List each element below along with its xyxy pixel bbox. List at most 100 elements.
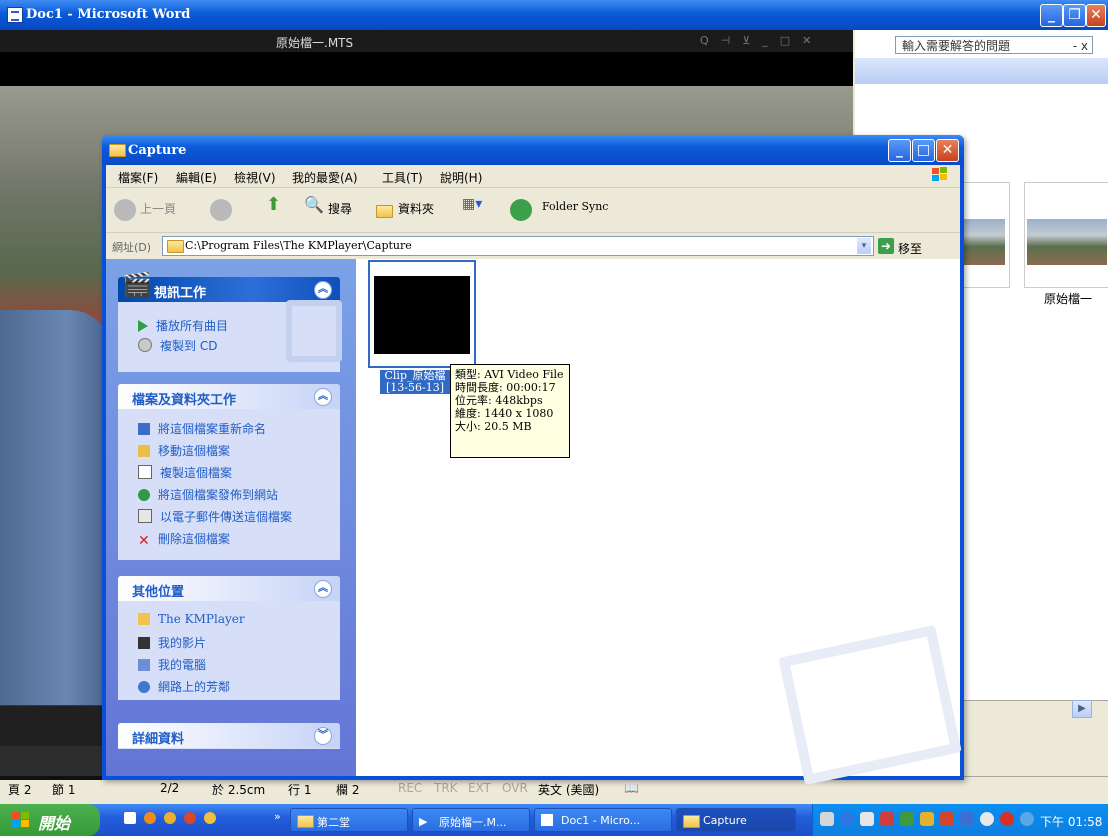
file-label[interactable]: Clip_原始檔 [13-56-13] [380, 370, 450, 394]
network-label: 網路上的芳鄰 [158, 680, 231, 694]
chevron-down-icon[interactable]: ︾ [314, 727, 332, 745]
task-capture[interactable]: Capture [676, 808, 796, 832]
views-icon[interactable]: ▦▾ [462, 196, 482, 212]
menu-tools[interactable]: 工具(T) [382, 169, 423, 186]
start-button[interactable]: 開始 [0, 804, 100, 836]
move-item[interactable]: 移動這個檔案 [138, 442, 230, 459]
folder-icon [297, 815, 314, 828]
scroll-right-icon[interactable]: ▶ [1072, 700, 1092, 718]
go-button[interactable]: 移至 [898, 240, 922, 257]
up-folder-icon[interactable]: ⬆ [266, 194, 281, 215]
word-close-button[interactable]: ✕ [1086, 4, 1106, 27]
file-thumbnail[interactable] [368, 260, 476, 368]
menu-view[interactable]: 檢視(V) [234, 169, 276, 186]
task-label: Doc1 - Micro... [561, 814, 641, 827]
word-title-bar[interactable]: Doc1 - Microsoft Word _ ❐ ✕ [0, 0, 1108, 30]
kmplayer-title: 原始檔一.MTS [276, 36, 354, 50]
tray-chevron-icon[interactable] [840, 812, 854, 826]
quicklaunch-desktop-icon[interactable] [124, 812, 136, 824]
capture-close-button[interactable]: ✕ [936, 139, 959, 162]
tray-keyboard-icon[interactable] [820, 812, 834, 826]
search-icon[interactable]: 🔍 [304, 195, 324, 214]
folder-sync-button[interactable]: Folder Sync [542, 200, 608, 213]
capture-title-bar[interactable]: Capture _ □ ✕ [102, 135, 964, 165]
video-person [0, 310, 110, 705]
tray-app5-icon[interactable] [980, 812, 994, 826]
tray-app3-icon[interactable] [940, 812, 954, 826]
email-item[interactable]: 以電子郵件傳送這個檔案 [138, 508, 292, 525]
copy-icon [138, 465, 152, 479]
task-second-class[interactable]: 第二堂 [290, 808, 408, 832]
folders-icon[interactable] [376, 205, 393, 218]
word-help-input[interactable]: 輸入需要解答的問題 - x [895, 36, 1093, 54]
word-help-close[interactable]: - x [1073, 37, 1088, 55]
other-places-panel: 其他位置 ︽ The KMPlayer 我的影片 我的電腦 網路上的芳鄰 [118, 576, 340, 700]
chevron-up-icon[interactable]: ︽ [314, 580, 332, 598]
kmplayer-icon: ▶ [419, 815, 428, 828]
tooltip-type: 類型: AVI Video File [455, 368, 564, 381]
tray-app2-icon[interactable] [900, 812, 914, 826]
status-rec[interactable]: REC [398, 781, 422, 795]
video-tasks-title: 視訊工作 [154, 286, 207, 301]
capture-minimize-button[interactable]: _ [888, 139, 911, 162]
menu-help[interactable]: 說明(H) [440, 169, 482, 186]
menu-edit[interactable]: 編輯(E) [176, 169, 217, 186]
play-all-item[interactable]: 播放所有曲目 [138, 317, 228, 334]
other-places-header[interactable]: 其他位置 ︽ [118, 576, 340, 601]
search-button[interactable]: 搜尋 [328, 200, 352, 217]
publish-item[interactable]: 將這個檔案發佈到網站 [138, 486, 278, 503]
folder-sync-icon[interactable] [510, 199, 532, 221]
status-page: 頁 2 [8, 783, 32, 797]
tray-app-icon[interactable] [880, 812, 894, 826]
folders-button[interactable]: 資料夾 [398, 200, 434, 217]
delete-item[interactable]: ✕ 刪除這個檔案 [138, 530, 230, 548]
quicklaunch-firefox-icon[interactable] [144, 812, 156, 824]
back-button[interactable]: 上一頁 [140, 200, 176, 217]
word-restore-button[interactable]: ❐ [1063, 4, 1086, 27]
file-tasks-header[interactable]: 檔案及資料夾工作 ︽ [118, 384, 340, 409]
tray-app6-icon[interactable] [1000, 812, 1014, 826]
network-item[interactable]: 網路上的芳鄰 [138, 678, 230, 695]
tray-shield-icon[interactable] [920, 812, 934, 826]
word-thumbnail-2[interactable] [1024, 182, 1108, 288]
address-dropdown-icon[interactable]: ▾ [857, 238, 871, 254]
status-ovr[interactable]: OVR [502, 781, 528, 795]
chevron-up-icon[interactable]: ︽ [314, 281, 332, 299]
forward-arrow-icon[interactable] [210, 199, 232, 221]
menu-favorites[interactable]: 我的最愛(A) [292, 169, 358, 186]
copy-label: 複製這個檔案 [160, 466, 233, 480]
kmplayer-window-controls[interactable]: Q⊣⊻_□✕ [700, 34, 823, 47]
computer-icon [138, 659, 150, 671]
quicklaunch-chrome-icon[interactable] [164, 812, 176, 824]
publish-label: 將這個檔案發佈到網站 [158, 488, 279, 502]
task-word[interactable]: Doc1 - Micro... [534, 808, 672, 832]
chevron-up-icon[interactable]: ︽ [314, 388, 332, 406]
tooltip-size: 大小: 20.5 MB [455, 420, 532, 433]
task-kmplayer[interactable]: ▶ 原始檔一.M... [412, 808, 530, 832]
network-icon [138, 681, 150, 693]
capture-maximize-button[interactable]: □ [912, 139, 935, 162]
go-arrow-icon[interactable]: ➜ [878, 238, 894, 254]
spelling-book-icon[interactable]: 📖 [624, 781, 639, 795]
address-input[interactable]: C:\Program Files\The KMPlayer\Capture ▾ [162, 236, 874, 256]
word-minimize-button[interactable]: _ [1040, 4, 1063, 27]
status-trk[interactable]: TRK [434, 781, 458, 795]
details-header[interactable]: 詳細資料 ︾ [118, 723, 340, 748]
copy-to-cd-item[interactable]: 複製到 CD [138, 337, 217, 354]
tray-lv-icon[interactable] [860, 812, 874, 826]
rename-item[interactable]: 將這個檔案重新命名 [138, 420, 266, 437]
back-arrow-icon[interactable] [114, 199, 136, 221]
my-videos-item[interactable]: 我的影片 [138, 634, 206, 651]
menu-file[interactable]: 檔案(F) [118, 169, 158, 186]
quicklaunch-more-icon[interactable]: » [274, 810, 281, 823]
my-computer-item[interactable]: 我的電腦 [138, 656, 206, 673]
tray-network-icon[interactable] [1020, 812, 1034, 826]
status-ext[interactable]: EXT [468, 781, 491, 795]
kmplayer-folder-item[interactable]: The KMPlayer [138, 612, 245, 626]
quicklaunch-app2-icon[interactable] [204, 812, 216, 824]
copy-item[interactable]: 複製這個檔案 [138, 464, 232, 481]
tray-app4-icon[interactable] [960, 812, 974, 826]
quicklaunch-app-icon[interactable] [184, 812, 196, 824]
taskbar-clock[interactable]: 下午 01:58 [1040, 813, 1102, 830]
file-info-tooltip: 類型: AVI Video File 時間長度: 00:00:17 位元率: 4… [450, 364, 570, 458]
